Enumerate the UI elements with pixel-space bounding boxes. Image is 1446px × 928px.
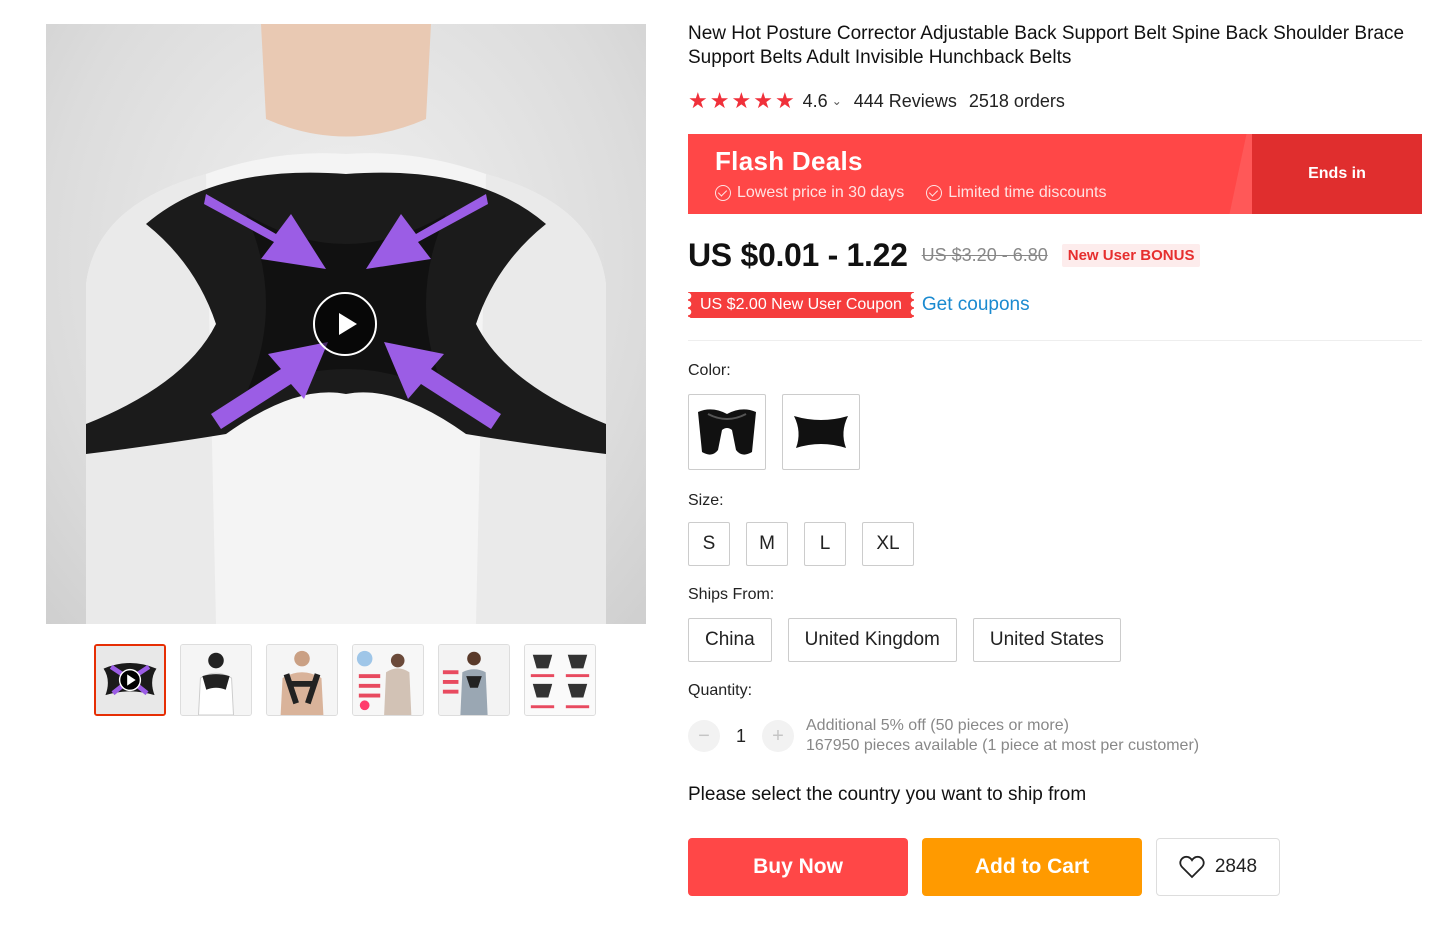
star-icon: ★ [774,88,795,113]
brace-full-icon [698,409,756,455]
bulk-discount-note: Additional 5% off (50 pieces or more) [806,717,1069,734]
quantity-label: Quantity: [688,682,753,699]
price-row: US $0.01 - 1.22 US $3.20 - 6.80 New User… [688,234,1201,276]
thumbnail-5[interactable] [438,644,510,716]
main-product-image[interactable] [46,24,646,624]
thumbnail-grid-icon [525,645,595,715]
flash-feature: Lowest price in 30 days [715,184,904,202]
size-option-xl[interactable]: XL [862,522,914,566]
color-label: Color: [688,362,731,379]
rating-value[interactable]: 4.6 [803,91,828,112]
get-coupons-link[interactable]: Get coupons [922,294,1030,316]
buy-now-button[interactable]: Buy Now [688,838,908,896]
quantity-notes: Additional 5% off (50 pieces or more) 16… [806,716,1199,756]
ships-from-china[interactable]: China [688,618,772,662]
add-to-cart-button[interactable]: Add to Cart [922,838,1142,896]
flash-deals-features: Lowest price in 30 days Limited time dis… [715,184,1107,202]
divider [688,340,1422,341]
thumbnail-comparison-icon [439,645,509,715]
new-user-bonus-badge: New User BONUS [1061,243,1201,267]
color-option-x-brace[interactable] [782,394,860,470]
flash-countdown: Ends in [1252,134,1422,214]
star-icon: ★ [731,88,752,113]
star-icon: ★ [688,88,708,113]
thumbnail-2[interactable] [180,644,252,716]
thumbnail-3[interactable] [266,644,338,716]
ends-in-label: Ends in [1308,165,1366,182]
ships-from-united-states[interactable]: United States [972,618,1121,662]
size-label: Size: [688,492,724,509]
original-price: US $3.20 - 6.80 [921,244,1048,265]
size-option-m[interactable]: M [746,522,788,566]
star-rating: ★ ★ ★ ★ ★ [688,90,795,112]
coupon-row: US $2.00 New User Coupon Get coupons [688,290,1030,320]
rating-row: ★ ★ ★ ★ ★ 4.6 ⌄ 444 Reviews 2518 orders [688,88,1065,114]
quantity-increase-button[interactable]: + [762,720,794,752]
thumbnail-brace-video-icon [96,646,164,714]
thumbnail-strip [94,644,596,716]
play-icon [338,313,357,335]
orders-count: 2518 orders [968,90,1065,111]
thumbnail-4[interactable] [352,644,424,716]
action-buttons: Buy Now Add to Cart 2848 [688,838,1280,896]
flash-feature-label: Limited time discounts [948,184,1107,201]
quantity-decrease-button[interactable]: − [688,720,720,752]
star-icon: ★ [709,88,730,113]
thumbnail-1[interactable] [94,644,166,716]
thumbnail-infographic-icon [353,645,423,715]
current-price: US $0.01 - 1.22 [688,236,908,273]
star-icon: ★ [753,88,773,113]
product-title: New Hot Posture Corrector Adjustable Bac… [688,23,1405,68]
brace-x-icon [794,416,848,448]
size-option-s[interactable]: S [688,522,730,566]
thumbnail-back-view-icon [181,645,251,715]
flash-feature-label: Lowest price in 30 days [737,184,905,201]
stock-available-note: 167950 pieces available (1 piece at most… [806,737,1200,754]
quantity-value[interactable]: 1 [720,726,762,747]
size-option-l[interactable]: L [804,522,846,566]
wishlist-count: 2848 [1214,856,1258,877]
thumbnail-6[interactable] [524,644,596,716]
flash-deals-title: Flash Deals [715,146,863,176]
check-circle-icon [715,185,731,201]
flash-deals-banner: Flash Deals Lowest price in 30 days Limi… [688,134,1422,214]
quantity-stepper: − 1 + Additional 5% off (50 pieces or mo… [688,716,1199,756]
wishlist-button[interactable]: 2848 [1156,838,1280,896]
check-circle-icon [926,185,943,201]
play-video-button[interactable] [313,292,377,356]
ships-from-label: Ships From: [688,586,775,603]
ships-from-united-kingdom[interactable]: United Kingdom [787,618,957,662]
chevron-down-icon[interactable]: ⌄ [832,94,842,108]
size-options: S M L XL [688,522,914,566]
color-option-full-brace[interactable] [688,394,766,470]
new-user-coupon-tag: US $2.00 New User Coupon [688,292,914,318]
ship-from-prompt: Please select the country you want to sh… [688,784,1087,805]
color-options [688,394,860,470]
reviews-link[interactable]: 444 Reviews [854,91,957,112]
flash-feature: Limited time discounts [926,184,1107,202]
heart-icon [1179,855,1205,879]
thumbnail-front-view-icon [267,645,337,715]
ships-from-options: China United Kingdom United States [688,618,1121,662]
